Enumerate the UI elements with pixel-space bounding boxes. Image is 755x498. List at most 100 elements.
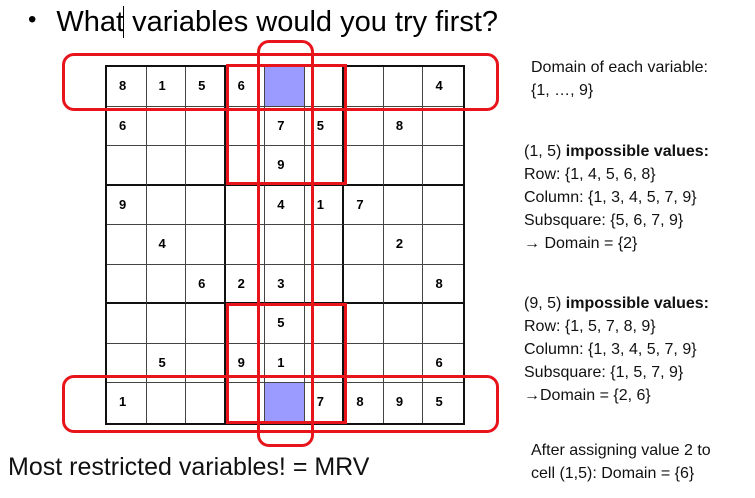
- sudoku-cell-value: 8: [395, 117, 404, 133]
- sudoku-cell-r4-c7: 7: [344, 185, 384, 226]
- sudoku-cell-r9-c9: 5: [423, 383, 463, 423]
- sudoku-cell-r2-c4: [225, 106, 266, 147]
- sudoku-cell-r8-c2: 5: [146, 343, 187, 384]
- sudoku-cell-value: 1: [277, 354, 285, 370]
- sudoku-cell-value: 5: [316, 117, 324, 133]
- sudoku-cell-r9-c8: 9: [384, 383, 424, 423]
- sudoku-cell-value: 8: [356, 394, 364, 410]
- sudoku-cell-r3-c6: [304, 146, 345, 186]
- sudoku-cell-r6-c4: 2: [225, 264, 266, 305]
- sudoku-cell-value: 4: [435, 78, 443, 93]
- sudoku-cell-r4-c6: 1: [304, 185, 345, 226]
- sudoku-cell-r4-c1: 9: [107, 185, 147, 226]
- sudoku-cell-r6-c8: [383, 264, 424, 305]
- sudoku-cell-r7-c3: [186, 304, 226, 344]
- cell-1-5-domain: → Domain = {2}: [524, 235, 638, 252]
- sudoku-cell-r8-c6: [304, 343, 345, 384]
- sudoku-cell-r5-c5: [265, 225, 305, 265]
- domain-title: Domain of each variable:: [531, 59, 708, 76]
- sudoku-cell-r3-c3: [186, 146, 226, 186]
- domain-note: Domain of each variable: {1, …, 9}: [531, 56, 708, 102]
- sudoku-cell-r7-c1: [107, 304, 147, 344]
- cell-1-5-title: impossible values:: [565, 143, 709, 160]
- cell-9-5-title: impossible values:: [565, 295, 709, 312]
- sudoku-cell-r8-c8: [383, 343, 424, 384]
- sudoku-cell-value: 9: [277, 157, 285, 173]
- cell-1-5-subsquare: Subsquare: {5, 6, 7, 9}: [524, 212, 684, 229]
- cell-9-5-note: (9, 5) impossible values: Row: {1, 5, 7,…: [524, 292, 709, 407]
- sudoku-cell-r5-c8: 2: [383, 225, 424, 265]
- sudoku-cell-r8-c5: 1: [265, 343, 305, 384]
- sudoku-cell-r1-c7: [344, 67, 384, 107]
- sudoku-cell-r9-c2: [147, 383, 187, 423]
- sudoku-cell-r9-c1: 1: [107, 383, 147, 423]
- text-cursor: [123, 6, 124, 38]
- cell-9-5-column: Column: {1, 3, 4, 5, 7, 9}: [524, 341, 697, 358]
- cell-1-5-note: (1, 5) impossible values: Row: {1, 4, 5,…: [524, 140, 709, 255]
- sudoku-cell-r4-c4: [225, 185, 266, 226]
- sudoku-cell-r9-c3: [186, 383, 226, 423]
- sudoku-cell-r2-c8: 8: [383, 106, 424, 147]
- sudoku-cell-value: 6: [198, 275, 206, 291]
- sudoku-cell-r2-c5: 7: [265, 106, 305, 147]
- sudoku-cell-r3-c5: 9: [265, 146, 305, 186]
- sudoku-cell-r1-c2: 1: [146, 67, 187, 107]
- sudoku-cell-r3-c7: [344, 146, 384, 186]
- sudoku-cell-value: 1: [316, 196, 324, 212]
- after-line-1: After assigning value 2 to: [531, 442, 711, 459]
- sudoku-cell-r8-c4: 9: [225, 343, 266, 384]
- sudoku-cell-r5-c6: [304, 225, 345, 265]
- sudoku-cell-r3-c1: [107, 146, 147, 186]
- sudoku-cell-value: 4: [277, 196, 285, 212]
- sudoku-cell-r1-c4: 6: [225, 67, 266, 107]
- sudoku-cell-r4-c8: [383, 185, 424, 226]
- sudoku-cell-r1-c1: 8: [107, 67, 147, 107]
- sudoku-cell-r7-c7: [344, 304, 384, 344]
- sudoku-cell-r7-c6: [304, 304, 345, 344]
- sudoku-cell-r9-c5: [265, 383, 305, 423]
- sudoku-cell-value: 5: [435, 394, 443, 410]
- sudoku-cell-r1-c8: [383, 67, 424, 107]
- sudoku-cell-r5-c9: [423, 225, 463, 265]
- sudoku-cell-r3-c8: [383, 146, 424, 186]
- sudoku-cell-r5-c7: [344, 225, 384, 265]
- sudoku-cell-value: 7: [277, 117, 285, 133]
- bullet-icon: •: [28, 6, 37, 33]
- sudoku-cell-r2-c7: [344, 106, 384, 147]
- sudoku-cell-r1-c6: [304, 67, 345, 107]
- sudoku-cell-value: 6: [119, 117, 127, 133]
- sudoku-cell-r1-c3: 5: [186, 67, 226, 107]
- sudoku-cell-r8-c7: [344, 343, 384, 384]
- sudoku-cell-value: 5: [198, 78, 206, 93]
- sudoku-cell-r8-c1: [107, 343, 147, 384]
- sudoku-cell-r6-c1: [107, 264, 147, 305]
- sudoku-cell-r7-c9: [423, 304, 463, 344]
- sudoku-cell-r9-c7: 8: [344, 383, 384, 423]
- sudoku-cell-value: 7: [356, 196, 364, 212]
- sudoku-cell-r4-c9: [423, 186, 463, 226]
- after-assignment-note: After assigning value 2 to cell (1,5): D…: [531, 439, 711, 485]
- sudoku-cell-value: 8: [119, 78, 127, 93]
- sudoku-cell-value: 1: [119, 394, 127, 410]
- sudoku-cell-r9-c4: [226, 383, 266, 423]
- sudoku-cell-r6-c3: 6: [186, 264, 226, 305]
- sudoku-cell-r5-c1: [107, 225, 147, 265]
- sudoku-cell-value: 2: [395, 236, 404, 252]
- sudoku-cell-r2-c2: [146, 106, 187, 147]
- sudoku-cell-value: 7: [316, 394, 324, 410]
- sudoku-cell-value: 1: [158, 78, 166, 93]
- cell-9-5-domain: →Domain = {2, 6}: [524, 387, 651, 404]
- slide-heading: • What variables would you try first?: [28, 2, 498, 42]
- sudoku-cell-value: 9: [395, 394, 404, 410]
- sudoku-cell-r5-c2: 4: [146, 225, 187, 265]
- sudoku-cell-r7-c2: [146, 304, 187, 344]
- sudoku-cell-r3-c9: [423, 146, 463, 186]
- sudoku-cell-r6-c5: 3: [265, 264, 305, 305]
- sudoku-cell-r2-c6: 5: [304, 106, 345, 147]
- sudoku-cell-r6-c7: [344, 264, 384, 305]
- sudoku-cell-r1-c9: 4: [423, 67, 463, 107]
- mrv-caption: Most restricted variables! = MRV: [8, 453, 370, 481]
- sudoku-cell-r1-c5: [265, 67, 305, 107]
- sudoku-cell-value: 2: [237, 275, 245, 291]
- sudoku-cell-r3-c2: [146, 146, 187, 186]
